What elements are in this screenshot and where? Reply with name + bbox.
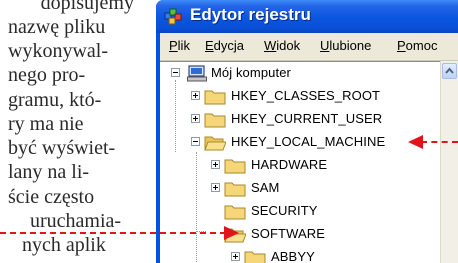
regedit-icon [164,8,182,25]
menu-help-rest: omoc [405,38,438,53]
menu-help[interactable]: Pomoc [397,38,437,53]
article-line: ście często [8,186,95,208]
computer-icon [187,65,207,82]
tree-node-sam[interactable]: SAM [160,178,440,200]
tree-node-security[interactable]: SECURITY [160,201,440,223]
menu-file-rest: lik [177,38,190,53]
tree-label: HKEY_CURRENT_USER [231,111,383,126]
article-line: dopisujemy [40,0,134,14]
article-line: lany na li- [8,161,90,183]
open-folder-icon [204,136,226,151]
window-title: Edytor rejestru [190,5,311,24]
menu-edit-rest: dycja [213,38,245,53]
menu-view-accel: W [264,38,277,53]
menu-favorites-rest: lubione [329,38,372,53]
tree-node-software[interactable]: SOFTWARE [160,224,440,246]
collapse-icon[interactable] [191,137,200,146]
expand-icon[interactable] [191,91,200,100]
arrow-right-icon [224,226,239,240]
tree-label: SAM [251,180,280,195]
scroll-up-button[interactable] [442,63,457,79]
article-line: wykonywal- [8,40,108,62]
menu-view-rest: idok [276,38,301,53]
folder-icon [204,113,226,128]
tree-node-hardware[interactable]: HARDWARE [160,155,440,177]
article-text-column: dopisujemy nazwę pliku wykonywal- nego p… [0,0,152,263]
collapse-icon[interactable] [171,68,180,77]
tree-label: ABBYY [271,249,315,263]
annotation-arrow-line [421,141,458,143]
annotation-arrow-line [0,232,226,234]
folder-icon [224,182,246,197]
arrow-left-icon [408,135,423,149]
tree-label: HARDWARE [251,157,328,172]
article-line: ry ma nie [8,113,84,135]
tree-node-hklm[interactable]: HKEY_LOCAL_MACHINE [160,132,440,154]
expand-icon[interactable] [211,183,220,192]
article-line: uruchamia- [30,210,122,232]
chevron-up-icon [445,67,454,74]
expand-icon[interactable] [191,114,200,123]
folder-icon [224,205,246,220]
tree-label: Mój komputer [211,65,291,80]
tree-node-hkcu[interactable]: HKEY_CURRENT_USER [160,109,440,131]
title-bar[interactable]: Edytor rejestru [156,0,458,33]
tree-node-abbyy[interactable]: ABBYY [160,247,440,263]
tree-node-my-computer[interactable]: Mój komputer [160,63,440,85]
menu-edit-accel: E [205,38,214,53]
article-line: gramu, któ- [8,89,102,111]
article-line: nych aplik [22,234,106,256]
tree-node-hkcr[interactable]: HKEY_CLASSES_ROOT [160,86,440,108]
article-line: być wyświet- [8,137,116,159]
menu-favorites-accel: U [320,38,330,53]
registry-editor-window: Edytor rejestru Plik Edycja Widok Ulubio… [156,0,458,263]
tree-label: HKEY_LOCAL_MACHINE [231,134,386,149]
tree-label: SECURITY [251,203,318,218]
menu-file-accel: P [169,38,178,53]
vertical-scrollbar[interactable] [440,61,458,263]
article-line: nazwę pliku [8,16,106,38]
expand-icon[interactable] [211,160,220,169]
expand-icon[interactable] [231,252,240,261]
menu-favorites[interactable]: Ulubione [320,38,371,53]
menu-help-accel: P [397,38,406,53]
menu-edit[interactable]: Edycja [205,38,244,53]
folder-icon [244,251,266,263]
menu-bar: Plik Edycja Widok Ulubione Pomoc [160,33,458,61]
menu-file[interactable]: Plik [169,38,190,53]
tree-label: SOFTWARE [251,226,325,241]
folder-icon [204,90,226,105]
tree-label: HKEY_CLASSES_ROOT [231,88,381,103]
article-line: nego pro- [8,64,86,86]
folder-icon [224,159,246,174]
menu-view[interactable]: Widok [264,38,300,53]
